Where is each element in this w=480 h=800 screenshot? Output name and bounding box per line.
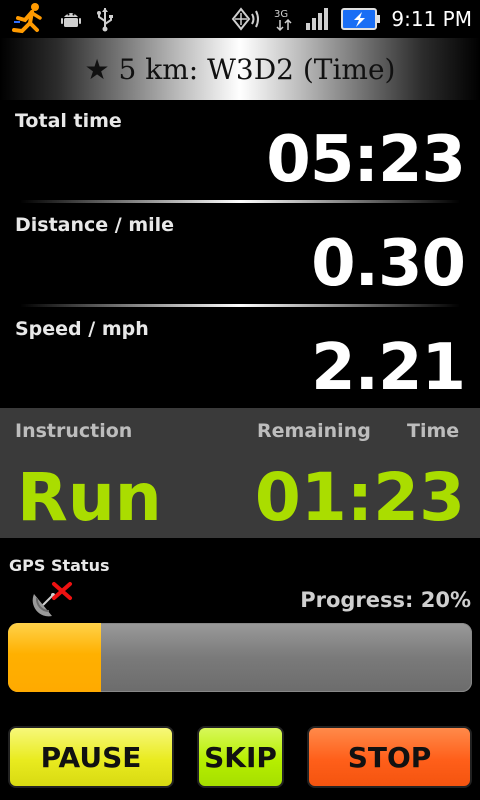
- gps-status-label: GPS Status: [9, 556, 110, 575]
- instruction-header: Instruction: [15, 420, 133, 442]
- instruction-panel: Instruction Remaining Time Run 01:23: [0, 408, 480, 538]
- stop-button[interactable]: STOP: [307, 726, 472, 788]
- current-instruction: Run: [17, 459, 162, 536]
- divider: [20, 304, 460, 307]
- battery-charging-icon: [341, 7, 381, 31]
- time-header: Time: [407, 420, 460, 442]
- distance-panel: Distance / mile 0.30: [0, 204, 480, 308]
- status-bar: 3G 9:11 PM: [0, 0, 480, 38]
- speed-value: 2.21: [311, 331, 466, 405]
- pause-button[interactable]: PAUSE: [8, 726, 174, 788]
- workout-title-bar: ★ 5 km: W3D2 (Time): [0, 38, 480, 100]
- workout-title: ★ 5 km: W3D2 (Time): [84, 52, 396, 86]
- progress-label: Progress: 20%: [300, 588, 471, 612]
- gps-signal-icon: [229, 7, 263, 31]
- distance-value: 0.30: [311, 227, 466, 301]
- remaining-header: Remaining: [257, 420, 371, 442]
- signal-bars-icon: [305, 7, 331, 31]
- remaining-time: 01:23: [254, 459, 465, 536]
- android-debug-icon: [60, 8, 82, 30]
- total-time-panel: Total time 05:23: [0, 100, 480, 204]
- speed-panel: Speed / mph 2.21: [0, 308, 480, 412]
- usb-icon: [96, 6, 114, 32]
- status-time: 9:11 PM: [391, 7, 472, 31]
- svg-text:3G: 3G: [274, 9, 288, 20]
- distance-label: Distance / mile: [15, 214, 175, 236]
- divider: [20, 200, 460, 203]
- speed-label: Speed / mph: [15, 318, 149, 340]
- workout-progress-bar: [8, 623, 472, 692]
- total-time-value: 05:23: [266, 123, 466, 197]
- progress-fill: [8, 623, 101, 692]
- skip-button[interactable]: SKIP: [197, 726, 284, 788]
- gps-no-fix-icon: [30, 580, 76, 624]
- runner-app-icon: [10, 2, 46, 36]
- network-3g-icon: 3G: [273, 6, 295, 32]
- total-time-label: Total time: [15, 110, 122, 132]
